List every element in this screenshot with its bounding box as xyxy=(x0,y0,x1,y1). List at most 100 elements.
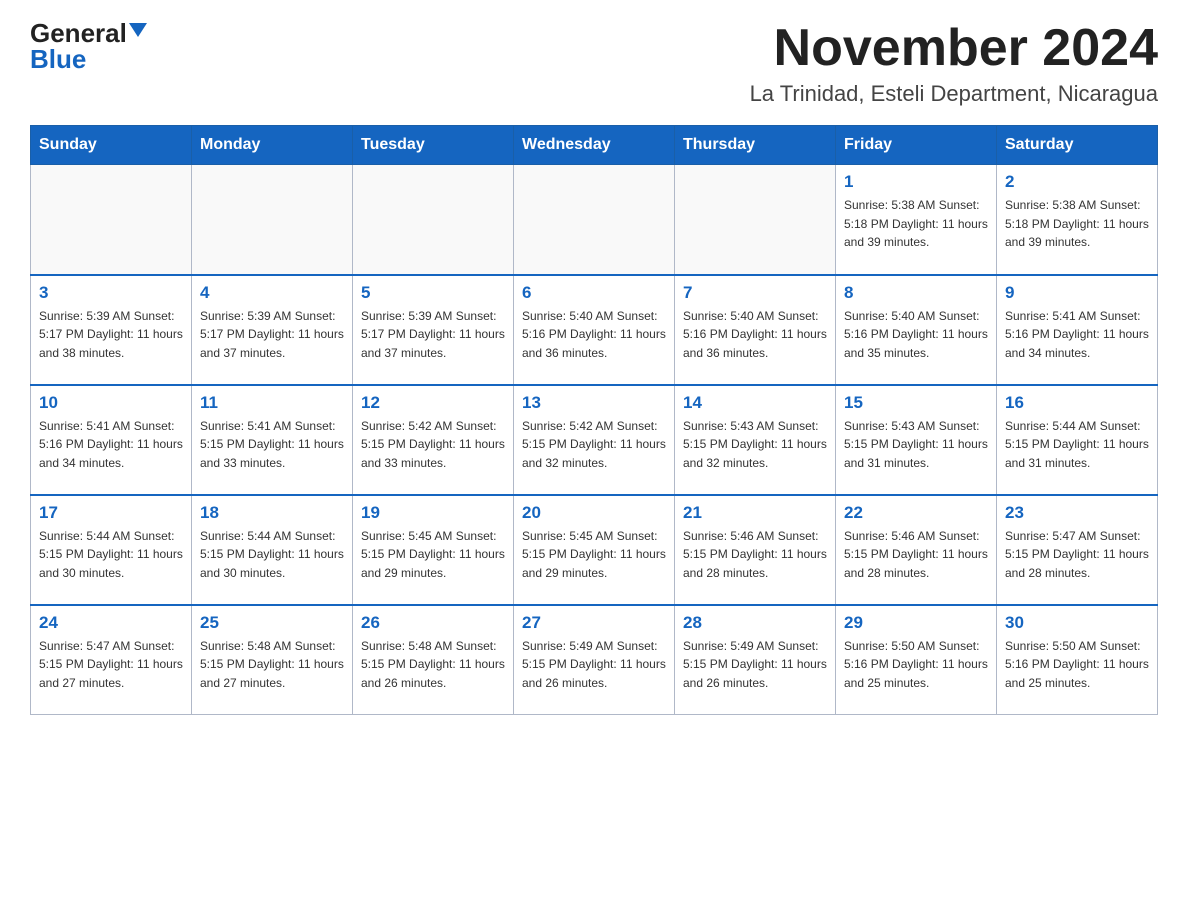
day-cell xyxy=(31,165,192,275)
day-number: 26 xyxy=(361,613,505,633)
day-number: 7 xyxy=(683,283,827,303)
day-cell: 20 Sunrise: 5:45 AM Sunset: 5:15 PM Dayli… xyxy=(514,495,675,605)
day-number: 27 xyxy=(522,613,666,633)
day-info: Sunrise: 5:40 AM Sunset: 5:16 PM Dayligh… xyxy=(683,307,827,363)
day-number: 4 xyxy=(200,283,344,303)
day-info: Sunrise: 5:50 AM Sunset: 5:16 PM Dayligh… xyxy=(844,637,988,693)
day-cell: 3 Sunrise: 5:39 AM Sunset: 5:17 PM Daylig… xyxy=(31,275,192,385)
day-info: Sunrise: 5:39 AM Sunset: 5:17 PM Dayligh… xyxy=(39,307,183,363)
day-info: Sunrise: 5:38 AM Sunset: 5:18 PM Dayligh… xyxy=(1005,196,1149,252)
day-cell xyxy=(192,165,353,275)
day-number: 17 xyxy=(39,503,183,523)
day-cell: 13 Sunrise: 5:42 AM Sunset: 5:15 PM Dayli… xyxy=(514,385,675,495)
day-info: Sunrise: 5:44 AM Sunset: 5:15 PM Dayligh… xyxy=(39,527,183,583)
header-cell-saturday: Saturday xyxy=(997,126,1158,165)
day-cell: 30Sunrise: 5:50 AM Sunset: 5:16 PM Dayli… xyxy=(997,605,1158,715)
day-info: Sunrise: 5:46 AM Sunset: 5:15 PM Dayligh… xyxy=(844,527,988,583)
day-cell: 6Sunrise: 5:40 AM Sunset: 5:16 PM Daylig… xyxy=(514,275,675,385)
week-row-5: 24 Sunrise: 5:47 AM Sunset: 5:15 PM Dayli… xyxy=(31,605,1158,715)
day-info: Sunrise: 5:41 AM Sunset: 5:16 PM Dayligh… xyxy=(1005,307,1149,363)
day-cell: 8 Sunrise: 5:40 AM Sunset: 5:16 PM Daylig… xyxy=(836,275,997,385)
day-info: Sunrise: 5:41 AM Sunset: 5:15 PM Dayligh… xyxy=(200,417,344,473)
day-cell: 12 Sunrise: 5:42 AM Sunset: 5:15 PM Dayli… xyxy=(353,385,514,495)
day-info: Sunrise: 5:44 AM Sunset: 5:15 PM Dayligh… xyxy=(200,527,344,583)
day-number: 3 xyxy=(39,283,183,303)
day-info: Sunrise: 5:45 AM Sunset: 5:15 PM Dayligh… xyxy=(522,527,666,583)
calendar-subtitle: La Trinidad, Esteli Department, Nicaragu… xyxy=(750,81,1158,107)
day-cell: 17 Sunrise: 5:44 AM Sunset: 5:15 PM Dayli… xyxy=(31,495,192,605)
day-number: 24 xyxy=(39,613,183,633)
day-info: Sunrise: 5:39 AM Sunset: 5:17 PM Dayligh… xyxy=(200,307,344,363)
day-cell: 19 Sunrise: 5:45 AM Sunset: 5:15 PM Dayli… xyxy=(353,495,514,605)
week-row-2: 3 Sunrise: 5:39 AM Sunset: 5:17 PM Daylig… xyxy=(31,275,1158,385)
day-cell: 2 Sunrise: 5:38 AM Sunset: 5:18 PM Daylig… xyxy=(997,165,1158,275)
day-number: 23 xyxy=(1005,503,1149,523)
day-number: 20 xyxy=(522,503,666,523)
day-cell: 9 Sunrise: 5:41 AM Sunset: 5:16 PM Daylig… xyxy=(997,275,1158,385)
day-number: 1 xyxy=(844,172,988,192)
day-number: 12 xyxy=(361,393,505,413)
day-number: 30 xyxy=(1005,613,1149,633)
day-info: Sunrise: 5:42 AM Sunset: 5:15 PM Dayligh… xyxy=(361,417,505,473)
day-info: Sunrise: 5:45 AM Sunset: 5:15 PM Dayligh… xyxy=(361,527,505,583)
day-number: 21 xyxy=(683,503,827,523)
day-cell: 7 Sunrise: 5:40 AM Sunset: 5:16 PM Daylig… xyxy=(675,275,836,385)
day-info: Sunrise: 5:47 AM Sunset: 5:15 PM Dayligh… xyxy=(39,637,183,693)
header-row: SundayMondayTuesdayWednesdayThursdayFrid… xyxy=(31,126,1158,165)
day-cell: 24 Sunrise: 5:47 AM Sunset: 5:15 PM Dayli… xyxy=(31,605,192,715)
day-info: Sunrise: 5:48 AM Sunset: 5:15 PM Dayligh… xyxy=(200,637,344,693)
day-cell: 18 Sunrise: 5:44 AM Sunset: 5:15 PM Dayli… xyxy=(192,495,353,605)
day-number: 22 xyxy=(844,503,988,523)
day-cell: 25 Sunrise: 5:48 AM Sunset: 5:15 PM Dayli… xyxy=(192,605,353,715)
day-number: 8 xyxy=(844,283,988,303)
day-cell: 14 Sunrise: 5:43 AM Sunset: 5:15 PM Dayli… xyxy=(675,385,836,495)
day-cell: 28Sunrise: 5:49 AM Sunset: 5:15 PM Dayli… xyxy=(675,605,836,715)
header-cell-friday: Friday xyxy=(836,126,997,165)
logo-general: General xyxy=(30,20,127,46)
header-cell-wednesday: Wednesday xyxy=(514,126,675,165)
calendar-title: November 2024 xyxy=(750,20,1158,77)
day-cell: 26 Sunrise: 5:48 AM Sunset: 5:15 PM Dayli… xyxy=(353,605,514,715)
day-cell xyxy=(675,165,836,275)
day-info: Sunrise: 5:48 AM Sunset: 5:15 PM Dayligh… xyxy=(361,637,505,693)
day-info: Sunrise: 5:43 AM Sunset: 5:15 PM Dayligh… xyxy=(683,417,827,473)
day-cell: 27Sunrise: 5:49 AM Sunset: 5:15 PM Dayli… xyxy=(514,605,675,715)
day-cell: 15 Sunrise: 5:43 AM Sunset: 5:15 PM Dayli… xyxy=(836,385,997,495)
day-info: Sunrise: 5:42 AM Sunset: 5:15 PM Dayligh… xyxy=(522,417,666,473)
day-info: Sunrise: 5:38 AM Sunset: 5:18 PM Dayligh… xyxy=(844,196,988,252)
day-number: 10 xyxy=(39,393,183,413)
day-number: 19 xyxy=(361,503,505,523)
day-number: 29 xyxy=(844,613,988,633)
day-number: 15 xyxy=(844,393,988,413)
week-row-3: 10 Sunrise: 5:41 AM Sunset: 5:16 PM Dayli… xyxy=(31,385,1158,495)
day-number: 5 xyxy=(361,283,505,303)
calendar-table: SundayMondayTuesdayWednesdayThursdayFrid… xyxy=(30,125,1158,715)
day-number: 2 xyxy=(1005,172,1149,192)
week-row-4: 17 Sunrise: 5:44 AM Sunset: 5:15 PM Dayli… xyxy=(31,495,1158,605)
header-cell-thursday: Thursday xyxy=(675,126,836,165)
day-number: 28 xyxy=(683,613,827,633)
logo: General Blue xyxy=(30,20,147,72)
day-info: Sunrise: 5:40 AM Sunset: 5:16 PM Dayligh… xyxy=(522,307,666,363)
header-cell-sunday: Sunday xyxy=(31,126,192,165)
day-cell: 21Sunrise: 5:46 AM Sunset: 5:15 PM Dayli… xyxy=(675,495,836,605)
day-number: 9 xyxy=(1005,283,1149,303)
day-info: Sunrise: 5:41 AM Sunset: 5:16 PM Dayligh… xyxy=(39,417,183,473)
header: General Blue November 2024 La Trinidad, … xyxy=(30,20,1158,107)
day-info: Sunrise: 5:39 AM Sunset: 5:17 PM Dayligh… xyxy=(361,307,505,363)
day-number: 13 xyxy=(522,393,666,413)
day-number: 25 xyxy=(200,613,344,633)
day-cell xyxy=(353,165,514,275)
logo-blue: Blue xyxy=(30,46,86,72)
day-info: Sunrise: 5:40 AM Sunset: 5:16 PM Dayligh… xyxy=(844,307,988,363)
day-cell: 23Sunrise: 5:47 AM Sunset: 5:15 PM Dayli… xyxy=(997,495,1158,605)
day-info: Sunrise: 5:43 AM Sunset: 5:15 PM Dayligh… xyxy=(844,417,988,473)
header-cell-tuesday: Tuesday xyxy=(353,126,514,165)
day-cell: 1 Sunrise: 5:38 AM Sunset: 5:18 PM Daylig… xyxy=(836,165,997,275)
day-number: 14 xyxy=(683,393,827,413)
day-cell xyxy=(514,165,675,275)
logo-triangle-icon xyxy=(129,23,147,37)
day-number: 18 xyxy=(200,503,344,523)
week-row-1: 1 Sunrise: 5:38 AM Sunset: 5:18 PM Daylig… xyxy=(31,165,1158,275)
day-cell: 22 Sunrise: 5:46 AM Sunset: 5:15 PM Dayli… xyxy=(836,495,997,605)
